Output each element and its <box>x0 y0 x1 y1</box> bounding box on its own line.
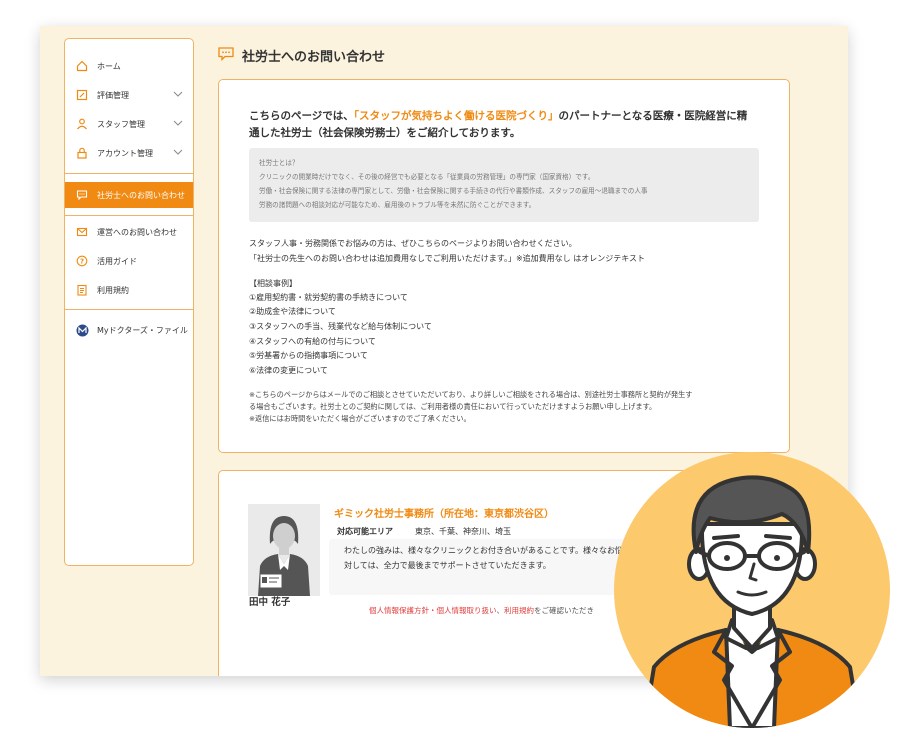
divider <box>65 215 193 216</box>
sidebar-item-home[interactable]: ホーム <box>65 53 193 79</box>
person-icon <box>75 117 89 131</box>
privacy-policy-link[interactable]: 個人情報保護方針・個人情報取り扱い <box>369 606 497 615</box>
about-line: 労働・社会保険に関する法律の専門家として、労働・社会保険に関する手続きの代行や書… <box>259 187 648 195</box>
sidebar-item-label: 評価管理 <box>97 90 129 100</box>
sidebar-item-my-doctors-file[interactable]: Myドクターズ・ファイル <box>65 317 193 343</box>
sidebar-item-sharoushi-contact[interactable]: 社労士へのお問い合わせ <box>65 182 193 208</box>
sidebar-item-label: 利用規約 <box>97 285 129 295</box>
about-line: クリニックの開業時だけでなく、その後の経営でも必要となる「従業員の労務管理」の専… <box>259 173 595 181</box>
sidebar-item-label: Myドクターズ・ファイル <box>97 325 188 335</box>
consent-post: をご確認いただき <box>534 606 594 615</box>
staff-avatar <box>248 504 320 596</box>
advisor-illustration <box>614 452 890 728</box>
sidebar-item-terms[interactable]: 利用規約 <box>65 277 193 303</box>
chat-icon <box>75 188 89 202</box>
sidebar-item-label: スタッフ管理 <box>97 119 145 129</box>
question-icon: ? <box>75 254 89 268</box>
sidebar-item-label: 活用ガイド <box>97 256 137 266</box>
case-item: ⑥法律の変更について <box>249 366 328 375</box>
note-line: る場合もございます。社労士とのご契約に関しては、ご利用者様の責任において行ってい… <box>249 402 657 411</box>
intro-line2: 通した社労士（社会保険労務士）をご紹介しております。 <box>249 127 521 139</box>
intro-text: こちらのページでは、「スタッフが気持ちよく働ける医院づくり」のパートナーとなる医… <box>249 108 769 142</box>
body-line: 「社労士の先生へのお問い合わせは追加費用なしでご利用いただけます。」※追加費用な… <box>249 254 645 263</box>
case-item: ②助成金や法律について <box>249 307 336 316</box>
divider <box>65 309 193 310</box>
message-line: 対しては、全力で最後までサポートさせていただきます。 <box>344 561 551 570</box>
sidebar-item-label: 運営へのお問い合わせ <box>97 227 177 237</box>
consent-text: 個人情報保護方針・個人情報取り扱い、利用規約をご確認いただき <box>369 605 594 616</box>
consent-separator: 、 <box>496 606 505 615</box>
evaluation-icon <box>75 88 89 102</box>
sidebar-item-label: アカウント管理 <box>97 148 153 158</box>
note-line: ※こちらのページからはメールでのご相談とさせていただいており、より詳しいご相談を… <box>249 390 693 399</box>
chevron-down-icon[interactable] <box>173 148 183 157</box>
case-item: ⑤労基署からの指摘事項について <box>249 351 368 360</box>
about-line: 社労士とは？ <box>259 159 299 167</box>
logo-icon <box>75 323 89 337</box>
page-title-text: 社労士へのお問い合わせ <box>242 50 386 65</box>
staff-name: 田中 花子 <box>249 597 291 608</box>
message-line: わたしの強みは、様々なクリニックとお付き合いがあることです。様々なお悩みに <box>344 546 639 555</box>
area-label: 対応可能エリア <box>337 527 393 536</box>
terms-link[interactable]: 利用規約 <box>504 606 534 615</box>
case-item: ③スタッフへの手当、残業代など給与体制について <box>249 322 432 331</box>
chat-icon <box>218 46 234 65</box>
chevron-down-icon[interactable] <box>173 119 183 128</box>
document-icon <box>75 283 89 297</box>
page-title: 社労士へのお問い合わせ <box>218 46 385 65</box>
sidebar-item-guide[interactable]: ? 活用ガイド <box>65 248 193 274</box>
chevron-down-icon[interactable] <box>173 90 183 99</box>
sidebar: ホーム 評価管理 スタッフ管理 アカウント管理 社労士へのお問い合わせ 運営への… <box>64 38 194 566</box>
body-line: スタッフ人事・労務関係でお悩みの方は、ぜひこちらのページよりお問い合わせください… <box>249 239 577 248</box>
intro-post: のパートナーとなる医療・医院経営に精 <box>558 110 748 122</box>
cases-heading: 【相談事例】 <box>249 279 297 288</box>
divider <box>65 173 193 174</box>
sidebar-item-label: 社労士へのお問い合わせ <box>97 190 185 200</box>
sidebar-item-account[interactable]: アカウント管理 <box>65 140 193 166</box>
note-line: ※返信にはお時間をいただく場合がございますのでご了承ください。 <box>249 414 471 423</box>
intro-pre: こちらのページでは、 <box>249 110 354 122</box>
mail-icon <box>75 225 89 239</box>
home-icon <box>75 59 89 73</box>
case-item: ①雇用契約書・就労契約書の手続きについて <box>249 293 408 302</box>
info-card: こちらのページでは、「スタッフが気持ちよく働ける医院づくり」のパートナーとなる医… <box>218 79 790 453</box>
intro-highlight: 「スタッフが気持ちよく働ける医院づくり」 <box>353 110 559 122</box>
sidebar-item-label: ホーム <box>97 61 121 71</box>
case-item: ④スタッフへの有給の付与について <box>249 337 376 346</box>
lock-icon <box>75 146 89 160</box>
office-name[interactable]: ギミック社労士事務所（所在地：東京都渋谷区） <box>334 505 554 520</box>
area-value: 東京、千葉、神奈川、埼玉 <box>415 527 511 536</box>
sidebar-item-support-contact[interactable]: 運営へのお問い合わせ <box>65 219 193 245</box>
svg-text:?: ? <box>80 258 84 266</box>
sidebar-item-evaluation[interactable]: 評価管理 <box>65 82 193 108</box>
sidebar-item-staff[interactable]: スタッフ管理 <box>65 111 193 137</box>
about-box: 社労士とは？ クリニックの開業時だけでなく、その後の経営でも必要となる「従業員の… <box>249 148 759 222</box>
about-line: 労務の諸問題への相談対応が可能なため、雇用後のトラブル等を未然に防ぐことができま… <box>259 201 536 209</box>
